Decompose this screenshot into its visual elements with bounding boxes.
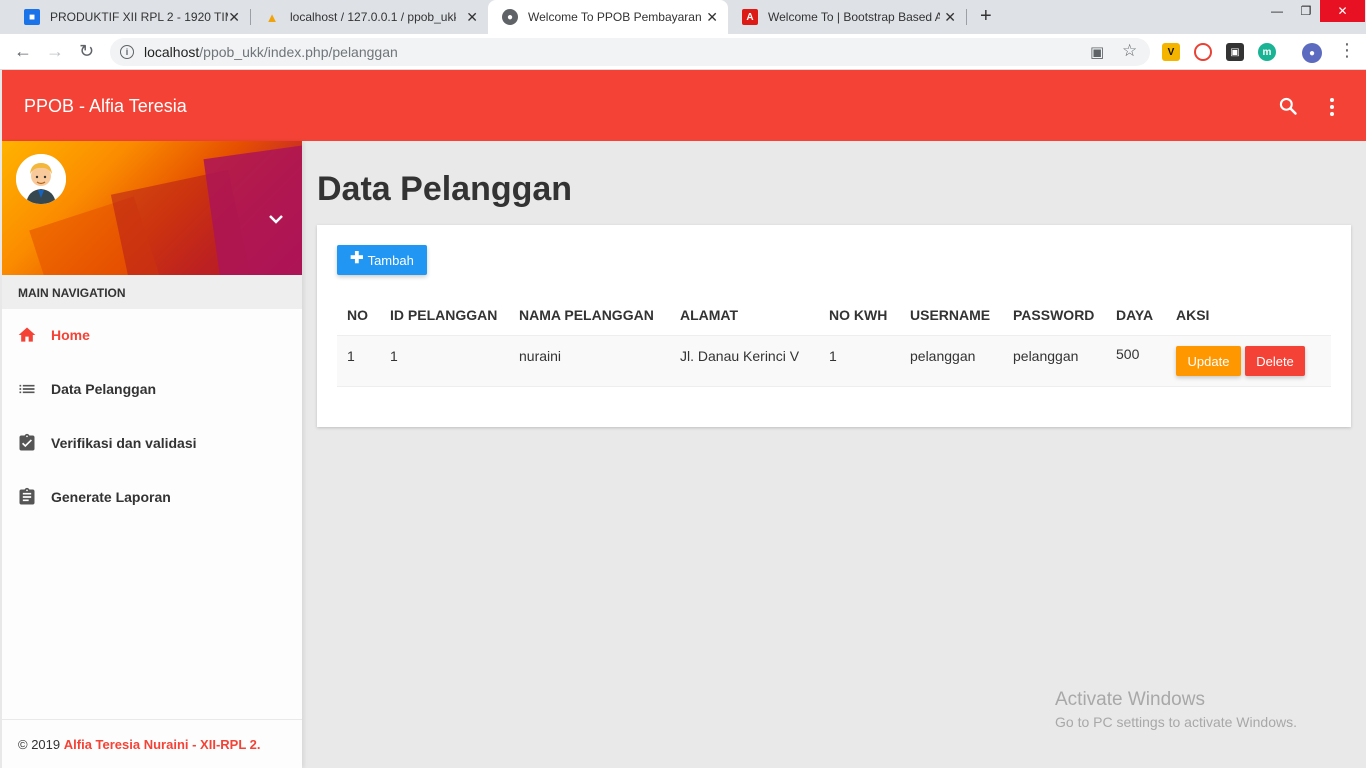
column-header-username: USERNAME <box>910 307 991 323</box>
browser-menu-icon[interactable]: ⋮ <box>1338 40 1356 61</box>
page-title: Data Pelanggan <box>317 170 573 208</box>
classroom-icon: ■ <box>24 9 40 25</box>
search-icon[interactable] <box>1278 96 1298 116</box>
close-tab-icon[interactable]: ✕ <box>706 9 718 26</box>
cell-id: 1 <box>390 348 398 364</box>
close-tab-icon[interactable]: ✕ <box>944 9 956 26</box>
phpmyadmin-icon: ▲ <box>265 9 279 25</box>
sidebar-footer: © 2019 Alfia Teresia Nuraini - XII-RPL 2… <box>2 719 302 768</box>
copyright-text: © 2019 <box>18 737 61 752</box>
delete-button[interactable]: Delete <box>1245 346 1305 376</box>
close-tab-icon[interactable]: ✕ <box>228 9 240 26</box>
chevron-down-icon[interactable] <box>268 213 284 225</box>
sidebar-item-home[interactable]: Home <box>2 308 302 362</box>
cell-nama: nuraini <box>519 348 562 364</box>
address-bar[interactable]: i localhost/ppob_ukk/index.php/pelanggan… <box>110 38 1150 66</box>
cell-alamat: Jl. Danau Kerinci V <box>680 348 800 364</box>
user-profile-banner <box>2 141 302 275</box>
plus-icon: ✚ <box>350 250 364 267</box>
new-tab-icon[interactable]: + <box>980 5 992 28</box>
url-host: localhost <box>144 44 200 60</box>
add-button-label: Tambah <box>367 252 414 268</box>
cell-daya: 500 <box>1116 346 1140 362</box>
column-header-id: ID PELANGGAN <box>390 307 498 323</box>
tab-title: localhost / 127.0.0.1 / ppob_ukk <box>290 10 456 24</box>
add-customer-button[interactable]: ✚ Tambah <box>337 245 427 275</box>
bookmark-star-icon[interactable]: ☆ <box>1122 41 1137 61</box>
footer-author-link[interactable]: Alfia Teresia Nuraini - XII-RPL 2. <box>64 737 261 752</box>
sidebar: MAIN NAVIGATION Home Data Pelanggan Veri… <box>2 141 302 768</box>
close-tab-icon[interactable]: ✕ <box>466 9 478 26</box>
update-button[interactable]: Update <box>1176 346 1241 376</box>
url-path: /ppob_ukk/index.php/pelanggan <box>199 44 398 60</box>
sidebar-item-label: Generate Laporan <box>51 489 171 505</box>
column-header-alamat: ALAMAT <box>680 307 739 323</box>
column-header-nama: NAMA PELANGGAN <box>519 307 654 323</box>
browser-tab-3[interactable]: ● Welcome To PPOB Pembayaran ✕ <box>488 0 728 34</box>
extension-box-icon[interactable]: ▣ <box>1226 43 1244 61</box>
user-avatar-icon <box>16 154 66 204</box>
column-header-aksi: AKSI <box>1176 307 1210 323</box>
assignment-check-icon <box>17 433 37 453</box>
cell-password: pelanggan <box>1013 348 1079 364</box>
tab-title: Welcome To | Bootstrap Based A <box>768 10 940 24</box>
list-icon <box>17 379 37 399</box>
extension-v-icon[interactable]: V <box>1162 43 1180 61</box>
back-arrow-icon[interactable]: ← <box>14 41 32 62</box>
browser-tab-2[interactable]: ▲ localhost / 127.0.0.1 / ppob_ukk ✕ <box>250 0 488 34</box>
column-header-no: NO <box>347 307 368 323</box>
avatar <box>16 154 66 204</box>
minimize-icon[interactable]: — <box>1262 0 1292 22</box>
extension-circle-icon[interactable] <box>1194 43 1212 61</box>
forward-arrow-icon[interactable]: → <box>46 41 64 62</box>
browser-tab-4[interactable]: A Welcome To | Bootstrap Based A ✕ <box>728 0 966 34</box>
browser-tab-1[interactable]: ■ PRODUKTIF XII RPL 2 - 1920 TIM ✕ <box>10 0 250 34</box>
extension-m-icon[interactable]: m <box>1258 43 1276 61</box>
column-header-daya: DAYA <box>1116 307 1154 323</box>
app-brand[interactable]: PPOB - Alfia Teresia <box>24 96 187 117</box>
globe-icon: ● <box>502 9 518 25</box>
column-header-kwh: NO KWH <box>829 307 888 323</box>
cell-username: pelanggan <box>910 348 976 364</box>
reload-icon[interactable]: ↻ <box>79 41 94 62</box>
cell-kwh: 1 <box>829 348 837 364</box>
sidebar-item-verifikasi[interactable]: Verifikasi dan validasi <box>2 416 302 470</box>
window-close-icon[interactable]: ✕ <box>1320 0 1365 22</box>
site-info-icon[interactable]: i <box>120 45 134 59</box>
sidebar-item-label: Data Pelanggan <box>51 381 157 397</box>
assignment-icon <box>17 487 37 507</box>
restore-icon[interactable]: ❐ <box>1292 0 1320 22</box>
sidebar-item-label: Home <box>51 327 90 343</box>
tab-title: Welcome To PPOB Pembayaran <box>528 10 702 24</box>
activate-windows-subtitle: Go to PC settings to activate Windows. <box>1055 714 1297 730</box>
browser-toolbar: ← → ↻ i localhost/ppob_ukk/index.php/pel… <box>0 34 1366 70</box>
angular-icon: A <box>742 9 758 25</box>
translate-icon[interactable]: ▣ <box>1090 43 1104 61</box>
cell-no: 1 <box>347 348 355 364</box>
more-vert-icon[interactable] <box>1324 97 1340 117</box>
sidebar-item-generate-laporan[interactable]: Generate Laporan <box>2 470 302 524</box>
column-header-password: PASSWORD <box>1013 307 1095 323</box>
sidebar-item-label: Verifikasi dan validasi <box>51 435 197 451</box>
home-icon <box>17 325 37 345</box>
sidebar-item-data-pelanggan[interactable]: Data Pelanggan <box>2 362 302 416</box>
profile-avatar-icon[interactable]: ● <box>1302 43 1322 63</box>
tab-title: PRODUKTIF XII RPL 2 - 1920 TIM <box>50 10 228 24</box>
activate-windows-title: Activate Windows <box>1055 689 1205 710</box>
customer-table-card: ✚ Tambah NO ID PELANGGAN NAMA PELANGGAN … <box>317 225 1351 427</box>
browser-tabstrip: ■ PRODUKTIF XII RPL 2 - 1920 TIM ✕ ▲ loc… <box>0 0 1366 34</box>
nav-header: MAIN NAVIGATION <box>2 275 302 309</box>
app-header: PPOB - Alfia Teresia <box>2 70 1366 141</box>
